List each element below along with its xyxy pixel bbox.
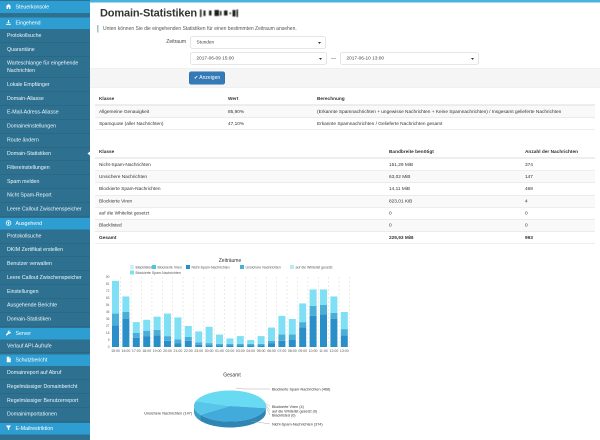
svg-text:08:00: 08:00	[288, 349, 297, 353]
svg-text:auf die Whitelist gesetzt: auf die Whitelist gesetzt	[296, 266, 333, 270]
svg-text:18:00: 18:00	[142, 349, 151, 353]
svg-text:21:00: 21:00	[174, 349, 183, 353]
svg-text:13:00: 13:00	[340, 349, 349, 353]
svg-text:Zeiträume: Zeiträume	[219, 258, 242, 264]
svg-text:Blockierte Spam-Nachrichten: Blockierte Spam-Nachrichten	[136, 271, 181, 275]
svg-text:04:00: 04:00	[246, 349, 255, 353]
svg-text:06:00: 06:00	[267, 349, 276, 353]
svg-text:27: 27	[106, 324, 110, 328]
svg-text:Blockierte Viren (4): Blockierte Viren (4)	[272, 405, 305, 409]
svg-text:Nicht-Spam-Nachrichten (374): Nicht-Spam-Nachrichten (374)	[272, 423, 323, 427]
svg-text:18: 18	[106, 331, 110, 335]
svg-text:22:00: 22:00	[184, 349, 193, 353]
svg-text:Gesamt: Gesamt	[223, 373, 241, 379]
svg-text:9: 9	[108, 338, 110, 342]
svg-text:20:00: 20:00	[163, 349, 172, 353]
svg-text:90: 90	[106, 275, 110, 279]
svg-text:Blacklisted (0): Blacklisted (0)	[272, 414, 296, 418]
svg-text:Unsichere Nachrichten: Unsichere Nachrichten	[246, 266, 281, 270]
svg-text:63: 63	[106, 296, 110, 300]
svg-text:Blacklisted: Blacklisted	[136, 266, 153, 270]
svg-text:15:00: 15:00	[111, 349, 120, 353]
svg-text:0: 0	[108, 345, 110, 349]
svg-text:Blockierte Spam-Nachrichten (4: Blockierte Spam-Nachrichten (468)	[272, 388, 331, 392]
svg-text:12:00: 12:00	[330, 349, 339, 353]
svg-text:10:00: 10:00	[309, 349, 318, 353]
svg-text:19:00: 19:00	[153, 349, 162, 353]
svg-text:16:00: 16:00	[122, 349, 131, 353]
svg-text:01:00: 01:00	[215, 349, 224, 353]
svg-text:36: 36	[106, 317, 110, 321]
svg-text:54: 54	[106, 303, 110, 307]
svg-text:11:00: 11:00	[319, 349, 328, 353]
svg-text:Unsichere Nachrichten (147): Unsichere Nachrichten (147)	[144, 412, 192, 416]
svg-text:00:00: 00:00	[205, 349, 214, 353]
svg-text:45: 45	[106, 310, 110, 314]
svg-text:02:00: 02:00	[226, 349, 235, 353]
svg-text:81: 81	[106, 282, 110, 286]
svg-text:05:00: 05:00	[257, 349, 266, 353]
svg-text:Nicht-Spam-Nachrichten: Nicht-Spam-Nachrichten	[192, 266, 230, 270]
svg-text:72: 72	[106, 289, 110, 293]
svg-text:23:00: 23:00	[194, 349, 203, 353]
svg-text:03:00: 03:00	[236, 349, 245, 353]
svg-text:07:00: 07:00	[278, 349, 287, 353]
svg-text:Blockierte Viren: Blockierte Viren	[158, 266, 183, 270]
svg-text:09:00: 09:00	[298, 349, 307, 353]
svg-text:17:00: 17:00	[132, 349, 141, 353]
